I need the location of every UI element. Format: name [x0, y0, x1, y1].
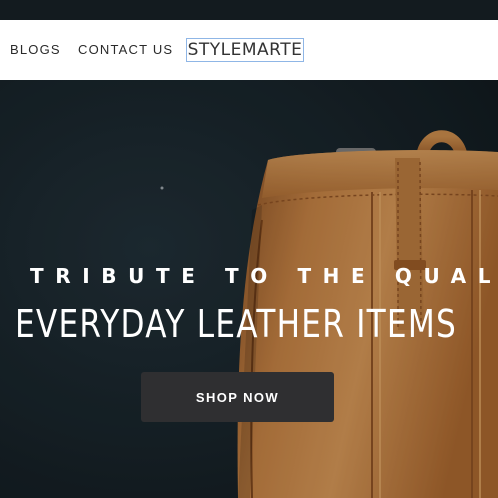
hero-headline: EVERYDAY LEATHER ITEMS	[15, 302, 457, 346]
nav-link-blogs[interactable]: BLOGS	[10, 42, 61, 57]
logo[interactable]: STYLEMARTE	[186, 38, 304, 62]
navbar: BLOGS CONTACT US STYLEMARTE	[0, 20, 498, 80]
hero-overlay	[0, 80, 498, 498]
hero-tagline: TRIBUTE TO THE QUALITY	[30, 264, 498, 288]
hero-banner: TRIBUTE TO THE QUALITY EVERYDAY LEATHER …	[0, 80, 498, 498]
shop-now-button[interactable]: SHOP NOW	[141, 372, 334, 422]
nav-link-contact-us[interactable]: CONTACT US	[78, 42, 173, 57]
top-strip	[0, 0, 498, 20]
